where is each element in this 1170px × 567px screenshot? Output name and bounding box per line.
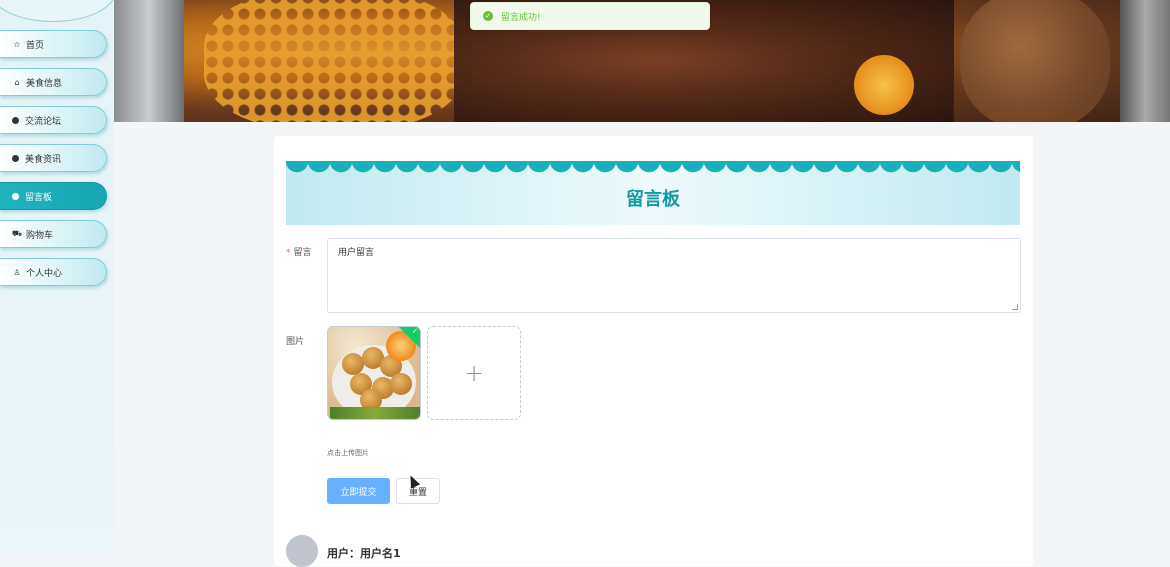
- dot-icon: [12, 116, 19, 124]
- cart-icon: ⛟: [12, 229, 23, 238]
- scallop-decoration: [286, 161, 1020, 173]
- plus-icon: +: [463, 359, 485, 387]
- sidebar-item-label: 美食信息: [26, 78, 63, 89]
- sidebar-item-home[interactable]: ☆ 首页: [0, 30, 107, 58]
- toast-text: 留言成功!: [501, 12, 541, 23]
- sidebar-item-label: 留言板: [25, 192, 53, 203]
- required-mark: *: [286, 248, 291, 258]
- board-header: 留言板: [286, 161, 1020, 225]
- message-board-card: 留言板 * 留言 用户留言 图片 ✓ + 点击上传图片 立即提交 重置 用户：用户…: [274, 136, 1033, 567]
- sidebar-item-forum[interactable]: 交流论坛: [0, 106, 107, 134]
- upload-tip: 点击上传图片: [327, 449, 369, 457]
- sidebar-item-label: 购物车: [26, 230, 54, 241]
- check-icon: ✓: [412, 327, 418, 335]
- dot-icon: [12, 192, 19, 200]
- message-label: * 留言: [286, 248, 312, 258]
- avatar: [286, 535, 318, 567]
- bag-icon: ⌂: [14, 77, 20, 87]
- user-icon: ♙: [13, 267, 21, 277]
- sidebar-item-message-board[interactable]: 留言板: [0, 182, 107, 210]
- message-value: 用户留言: [338, 248, 375, 258]
- check-circle-icon: ✓: [483, 11, 493, 21]
- sidebar: ☆ 首页 ⌂ 美食信息 交流论坛 美食资讯 留言板 ⛟ 购物车 ♙ 个人中心: [0, 0, 114, 555]
- success-toast: ✓ 留言成功!: [470, 2, 710, 30]
- comment-username: 用户：用户名1: [327, 547, 401, 560]
- sidebar-item-label: 首页: [26, 40, 45, 51]
- message-textarea[interactable]: 用户留言: [327, 238, 1021, 313]
- dot-icon: [12, 154, 19, 162]
- sidebar-item-label: 交流论坛: [25, 116, 62, 127]
- sidebar-item-food-info[interactable]: ⌂ 美食信息: [0, 68, 107, 96]
- image-label: 图片: [286, 337, 305, 347]
- sidebar-item-label: 个人中心: [26, 268, 63, 279]
- sidebar-item-food-news[interactable]: 美食资讯: [0, 144, 107, 172]
- sidebar-top-decoration: [0, 0, 114, 22]
- sidebar-item-cart[interactable]: ⛟ 购物车: [0, 220, 107, 248]
- sidebar-item-label: 美食资讯: [25, 154, 62, 165]
- submit-button[interactable]: 立即提交: [327, 478, 390, 504]
- resize-grip[interactable]: [1012, 304, 1018, 310]
- page-title: 留言板: [626, 189, 680, 210]
- sidebar-item-profile[interactable]: ♙ 个人中心: [0, 258, 107, 286]
- uploaded-image-thumbnail[interactable]: ✓: [327, 326, 421, 420]
- star-icon: ☆: [13, 39, 21, 49]
- upload-button[interactable]: +: [427, 326, 521, 420]
